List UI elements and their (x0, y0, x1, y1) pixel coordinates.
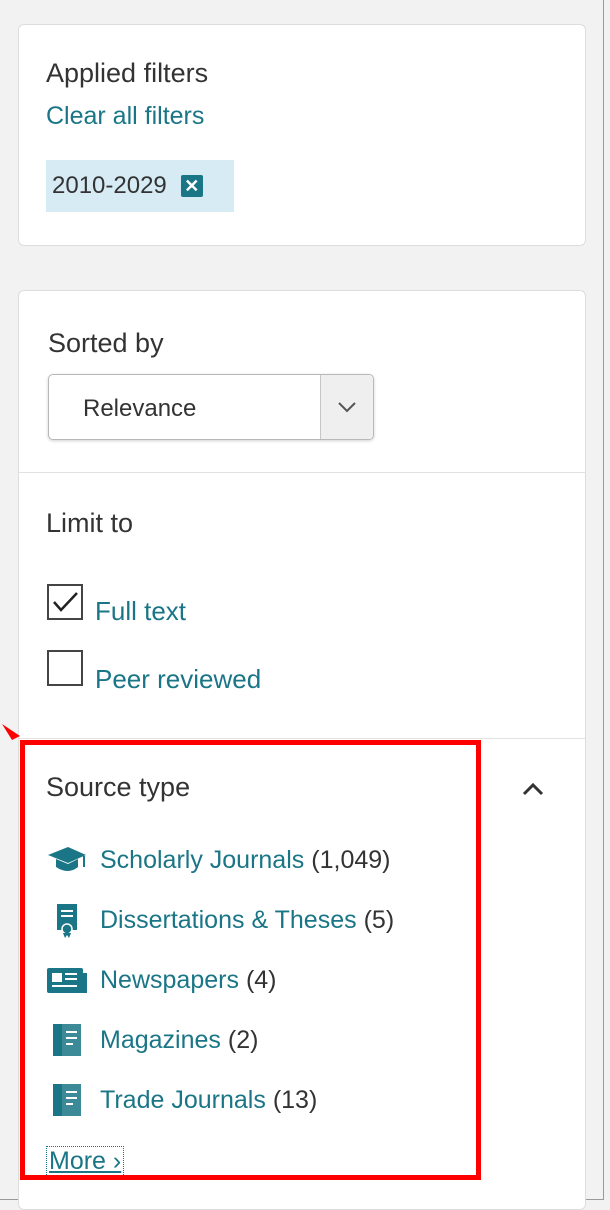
source-type-count: (4) (245, 965, 277, 994)
source-type-item[interactable]: Magazines (2) (46, 1020, 258, 1060)
source-type-count: (5) (363, 905, 395, 934)
filter-chip-label: 2010-2029 (52, 172, 167, 199)
source-type-label[interactable]: Newspapers (100, 966, 239, 995)
full-text-label[interactable]: Full text (95, 596, 186, 627)
sort-select[interactable]: Relevance (48, 374, 374, 440)
source-type-count: (1,049) (311, 845, 391, 874)
arrow-head-icon (0, 722, 22, 744)
sorted-by-heading: Sorted by (48, 328, 164, 358)
source-type-label[interactable]: Trade Journals (100, 1086, 266, 1115)
source-type-item[interactable]: Trade Journals (13) (46, 1080, 317, 1120)
chevron-down-icon[interactable] (320, 375, 373, 439)
more-link[interactable]: More › (46, 1146, 125, 1177)
peer-reviewed-checkbox[interactable] (47, 650, 83, 686)
peer-reviewed-label[interactable]: Peer reviewed (95, 664, 261, 695)
graduation-cap-icon (46, 842, 88, 878)
dissertation-icon (46, 902, 88, 938)
source-type-item[interactable]: Dissertations & Theses (5) (46, 900, 394, 940)
remove-filter-icon[interactable]: ✕ (180, 175, 203, 197)
source-type-label[interactable]: Scholarly Journals (100, 846, 304, 875)
full-text-checkbox[interactable] (47, 584, 83, 620)
source-type-item[interactable]: Newspapers (4) (46, 960, 277, 1000)
applied-filters-heading: Applied filters (46, 58, 209, 88)
sidebar-frame: Applied filters Clear all filters 2010-2… (0, 0, 604, 1210)
limit-to-heading: Limit to (46, 508, 134, 538)
source-type-label[interactable]: Dissertations & Theses (100, 906, 357, 935)
source-type-item[interactable]: Scholarly Journals (1,049) (46, 840, 390, 880)
newspaper-icon (46, 962, 88, 998)
source-type-heading: Source type (46, 772, 191, 802)
divider (18, 738, 586, 739)
sort-select-value: Relevance (83, 395, 197, 422)
source-type-label[interactable]: Magazines (100, 1026, 221, 1055)
trade-journal-icon (46, 1082, 88, 1118)
filter-chip: 2010-2029 ✕ (46, 160, 234, 212)
magazine-icon (46, 1022, 88, 1058)
source-type-count: (2) (227, 1025, 259, 1054)
chevron-up-icon[interactable] (516, 778, 550, 802)
clear-all-filters-link[interactable]: Clear all filters (46, 102, 204, 131)
source-type-count: (13) (272, 1085, 318, 1114)
divider (18, 472, 586, 473)
